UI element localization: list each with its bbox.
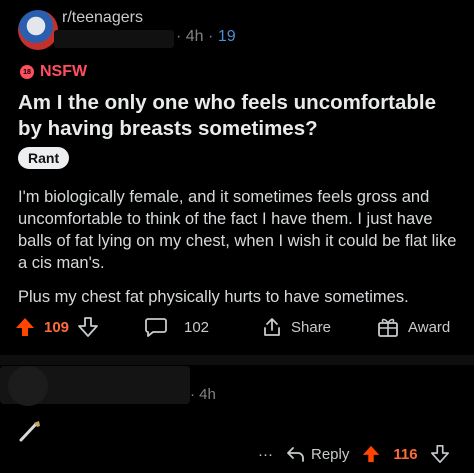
downvote-icon[interactable] [77, 316, 99, 338]
reply-icon [287, 447, 304, 462]
nsfw-label: NSFW [40, 63, 88, 80]
comment-separator: · [190, 386, 195, 403]
comment-actions: ··· Reply 116 [258, 444, 450, 464]
comment-award-icon [19, 421, 40, 442]
upvote-icon[interactable] [14, 316, 36, 338]
share-icon [264, 318, 280, 336]
meta-separator-2: · [208, 28, 214, 45]
gift-icon [378, 318, 398, 337]
comment-age: 4h [199, 386, 216, 403]
section-divider [0, 355, 474, 365]
subreddit-avatar[interactable] [18, 10, 58, 50]
subreddit-name[interactable]: r/teenagers [62, 9, 143, 27]
post-title[interactable]: Am I the only one who feels uncomfortabl… [18, 90, 458, 142]
post-flair[interactable]: Rant [18, 147, 70, 169]
share-label: Share [291, 318, 332, 336]
more-options-icon[interactable]: ··· [258, 446, 273, 463]
reply-label: Reply [311, 445, 350, 463]
award-button[interactable]: Award [376, 316, 450, 338]
comment-icon [145, 318, 167, 337]
meta-separator: · [176, 28, 182, 45]
comments-button[interactable]: 102 [144, 316, 209, 338]
share-button[interactable]: Share [261, 316, 331, 338]
post-body-paragraph-1: I'm biologically female, and it sometime… [18, 188, 457, 272]
comment-meta: · 4h [190, 386, 216, 403]
post-body-paragraph-2: Plus my chest fat physically hurts to ha… [18, 288, 409, 306]
post-award-count: 19 [217, 28, 236, 45]
comment-upvote-icon[interactable] [361, 444, 381, 464]
comment-count: 102 [184, 318, 210, 336]
upvote-count: 109 [44, 318, 70, 336]
redacted-username [54, 30, 174, 48]
comment-downvote-icon[interactable] [430, 444, 450, 464]
vote-group: 109 [14, 316, 99, 338]
reply-button[interactable]: Reply [285, 445, 349, 463]
post-actions: 109 102 Share Award [14, 316, 464, 342]
comment-upvote-count: 116 [393, 445, 418, 463]
award-label: Award [408, 318, 451, 336]
post-meta: · 4h · 19 [176, 28, 236, 46]
nsfw-icon: 18 [20, 65, 34, 79]
post-age: 4h [185, 28, 204, 45]
nsfw-tag: 18 NSFW [20, 63, 87, 81]
commenter-avatar[interactable] [8, 366, 48, 406]
